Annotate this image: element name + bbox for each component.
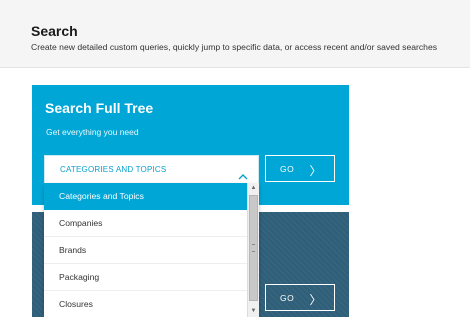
go-button-label: GO <box>280 163 295 174</box>
panel-title: Search Full Tree <box>45 100 154 116</box>
chevron-right-icon: 〉 <box>309 164 322 178</box>
dropdown-option-packaging[interactable]: Packaging <box>44 264 247 291</box>
go-button-label: GO <box>280 292 295 303</box>
grip-icon <box>252 244 255 252</box>
scroll-down-arrow-icon[interactable]: ▼ <box>248 306 259 317</box>
dropdown-option-closures[interactable]: Closures <box>44 291 247 317</box>
panel-subtitle: Get everything you need <box>46 127 139 137</box>
go-button-secondary[interactable]: GO 〉 <box>265 284 335 311</box>
go-button[interactable]: GO 〉 <box>265 155 335 182</box>
dropdown-scrollbar[interactable]: ▲ ▼ <box>247 183 259 317</box>
scroll-up-arrow-icon[interactable]: ▲ <box>248 183 259 194</box>
dropdown-option-brands[interactable]: Brands <box>44 237 247 264</box>
chevron-up-icon[interactable] <box>238 167 248 179</box>
page-title: Search <box>31 23 78 39</box>
dropdown-option-companies[interactable]: Companies <box>44 210 247 237</box>
chevron-right-icon: 〉 <box>309 293 322 307</box>
category-select-value: CATEGORIES AND TOPICS <box>60 165 167 174</box>
category-select[interactable]: CATEGORIES AND TOPICS <box>44 155 259 184</box>
category-dropdown-list: Categories and Topics Companies Brands P… <box>44 183 259 317</box>
scrollbar-thumb[interactable] <box>249 195 258 301</box>
page-header: Search Create new detailed custom querie… <box>0 0 470 68</box>
dropdown-option-categories-and-topics[interactable]: Categories and Topics <box>44 183 247 210</box>
page-subtitle: Create new detailed custom queries, quic… <box>31 42 438 52</box>
